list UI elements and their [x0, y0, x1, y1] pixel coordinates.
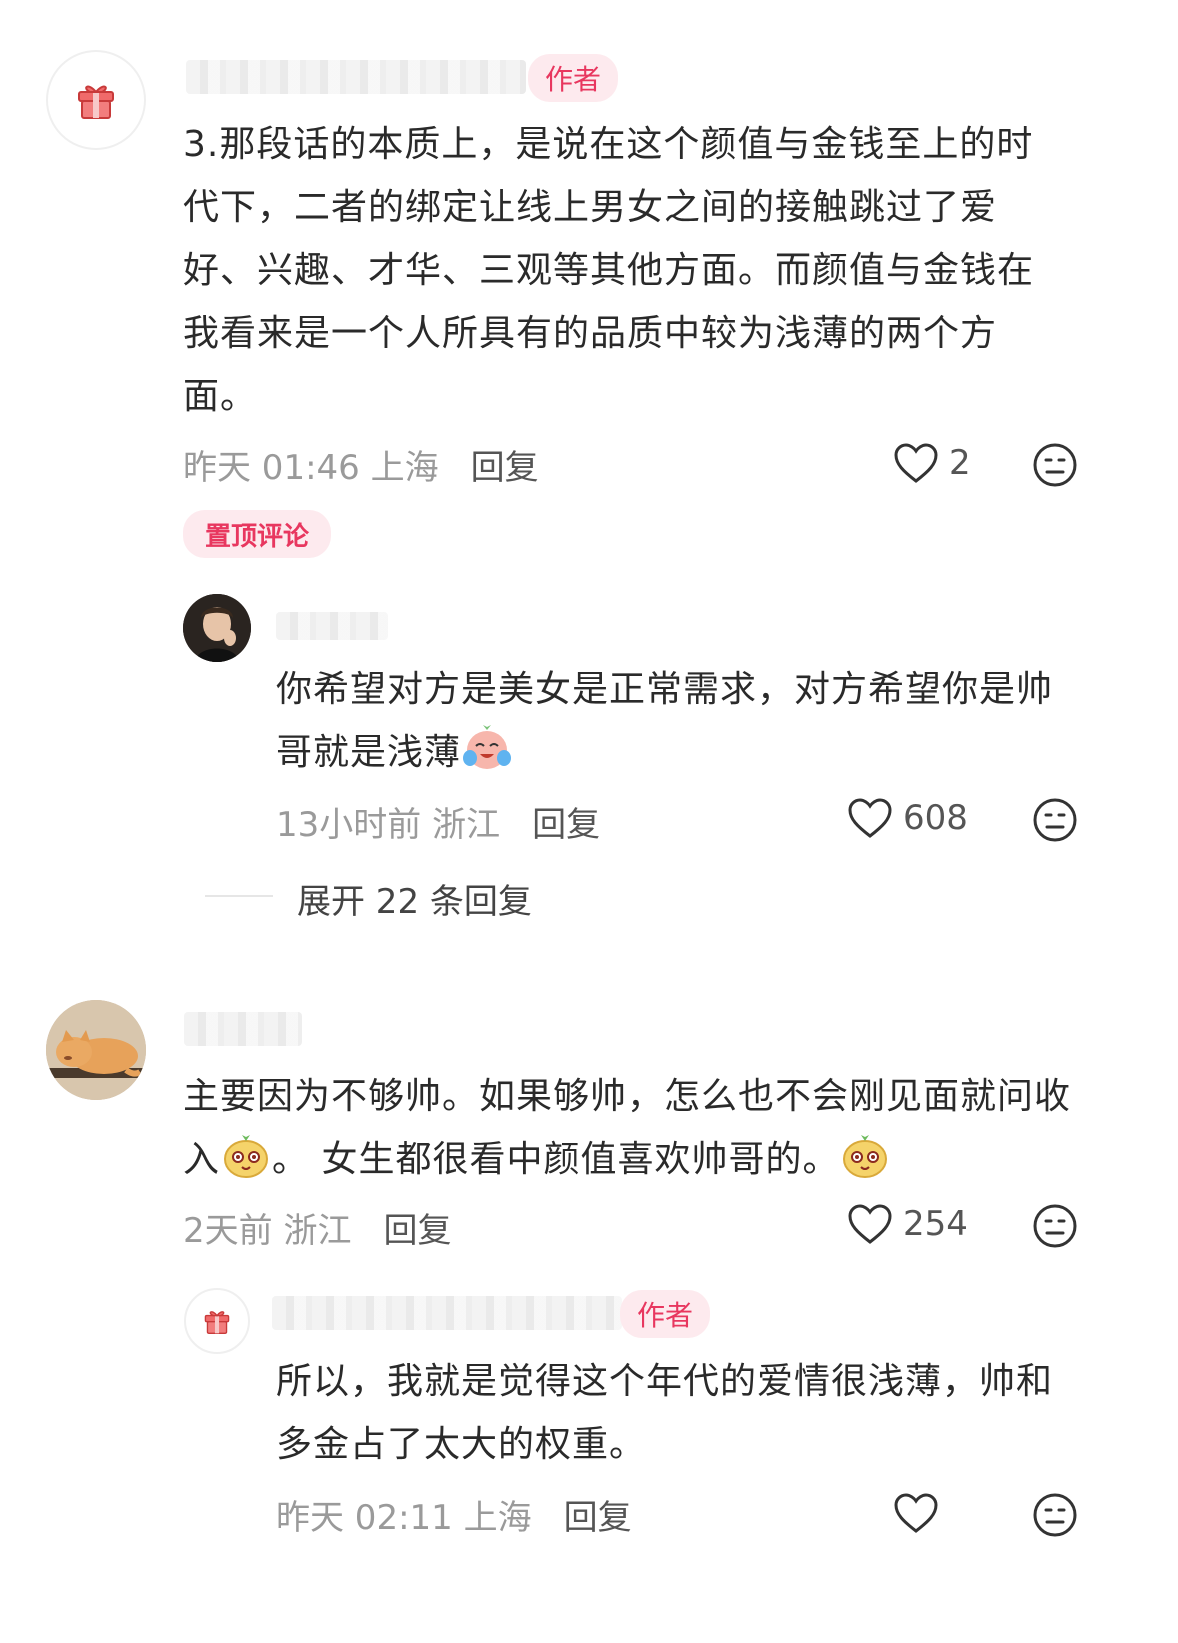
- pinned-comment-badge: 置顶评论: [183, 510, 331, 558]
- cute-bun-emoji: [224, 1135, 269, 1178]
- username-blurred[interactable]: [184, 1012, 302, 1046]
- comment-time-location: 2天前 浙江: [183, 1211, 352, 1251]
- comment-time-location: 昨天 02:11 上海: [276, 1498, 532, 1538]
- user-avatar[interactable]: [183, 594, 251, 662]
- comment-text: 3.那段话的本质上，是说在这个颜值与金钱至上的时代下，二者的绑定让线上男女之间的…: [183, 124, 1035, 417]
- comment-time-location: 昨天 01:46 上海: [183, 448, 439, 488]
- reply-button[interactable]: 回复: [383, 1203, 451, 1252]
- comment-text: 你希望对方是美女是正常需求，对方希望你是帅哥就是浅薄: [276, 658, 1076, 784]
- comment-text: 主要因为不够帅。如果够帅，怎么也不会刚见面就问收入 。 女生都很看中颜值喜欢帅哥…: [183, 1065, 1073, 1191]
- comment-meta-row: 昨天 02:11 上海 回复: [276, 1490, 632, 1539]
- like-count: 608: [903, 798, 968, 838]
- heart-icon: [848, 1204, 892, 1244]
- gift-icon: [78, 85, 114, 119]
- author-avatar[interactable]: [46, 50, 146, 150]
- reply-button[interactable]: 回复: [532, 797, 600, 846]
- comment-text-part2: 。 女生都很看中颜值喜欢帅哥的。: [272, 1139, 840, 1180]
- user-avatar[interactable]: [46, 1000, 146, 1100]
- comment-time-location: 13小时前 浙江: [276, 805, 501, 845]
- crying-laugh-emoji: [463, 725, 512, 769]
- meh-face-icon[interactable]: [1032, 442, 1078, 488]
- heart-icon: [894, 443, 938, 483]
- reply-button[interactable]: 回复: [564, 1490, 632, 1539]
- meh-face-icon[interactable]: [1032, 1492, 1078, 1538]
- reply-button[interactable]: 回复: [471, 440, 539, 489]
- comment-text: 所以，我就是觉得这个年代的爱情很浅薄，帅和多金占了太大的权重。: [276, 1361, 1054, 1465]
- comment-text-body: 你希望对方是美女是正常需求，对方希望你是帅哥就是浅薄: [276, 669, 1054, 773]
- author-avatar[interactable]: [184, 1288, 250, 1354]
- like-button[interactable]: 254: [847, 1203, 968, 1245]
- author-badge: 作者: [528, 54, 618, 102]
- comment-meta-row: 13小时前 浙江 回复: [276, 797, 600, 846]
- comment-meta-row: 2天前 浙江 回复: [183, 1203, 451, 1252]
- comment-meta-row: 昨天 01:46 上海 回复: [183, 440, 539, 489]
- username-blurred[interactable]: [272, 1296, 622, 1330]
- heart-icon[interactable]: [893, 1492, 939, 1534]
- like-button[interactable]: 2: [893, 442, 971, 484]
- username-blurred[interactable]: [276, 612, 388, 640]
- person-photo-icon: [183, 594, 251, 662]
- gift-icon: [204, 1311, 230, 1334]
- cat-photo-icon: [46, 1000, 146, 1100]
- cute-bun-emoji: [843, 1135, 888, 1178]
- meh-face-icon[interactable]: [1032, 1203, 1078, 1249]
- like-button[interactable]: 608: [847, 797, 968, 839]
- expand-divider: [205, 895, 273, 897]
- like-count: 254: [903, 1204, 968, 1244]
- author-badge: 作者: [620, 1290, 710, 1338]
- heart-icon: [848, 798, 892, 838]
- username-blurred[interactable]: [186, 60, 526, 94]
- expand-replies-button[interactable]: 展开 22 条回复: [297, 874, 532, 923]
- meh-face-icon[interactable]: [1032, 797, 1078, 843]
- like-count: 2: [949, 443, 971, 483]
